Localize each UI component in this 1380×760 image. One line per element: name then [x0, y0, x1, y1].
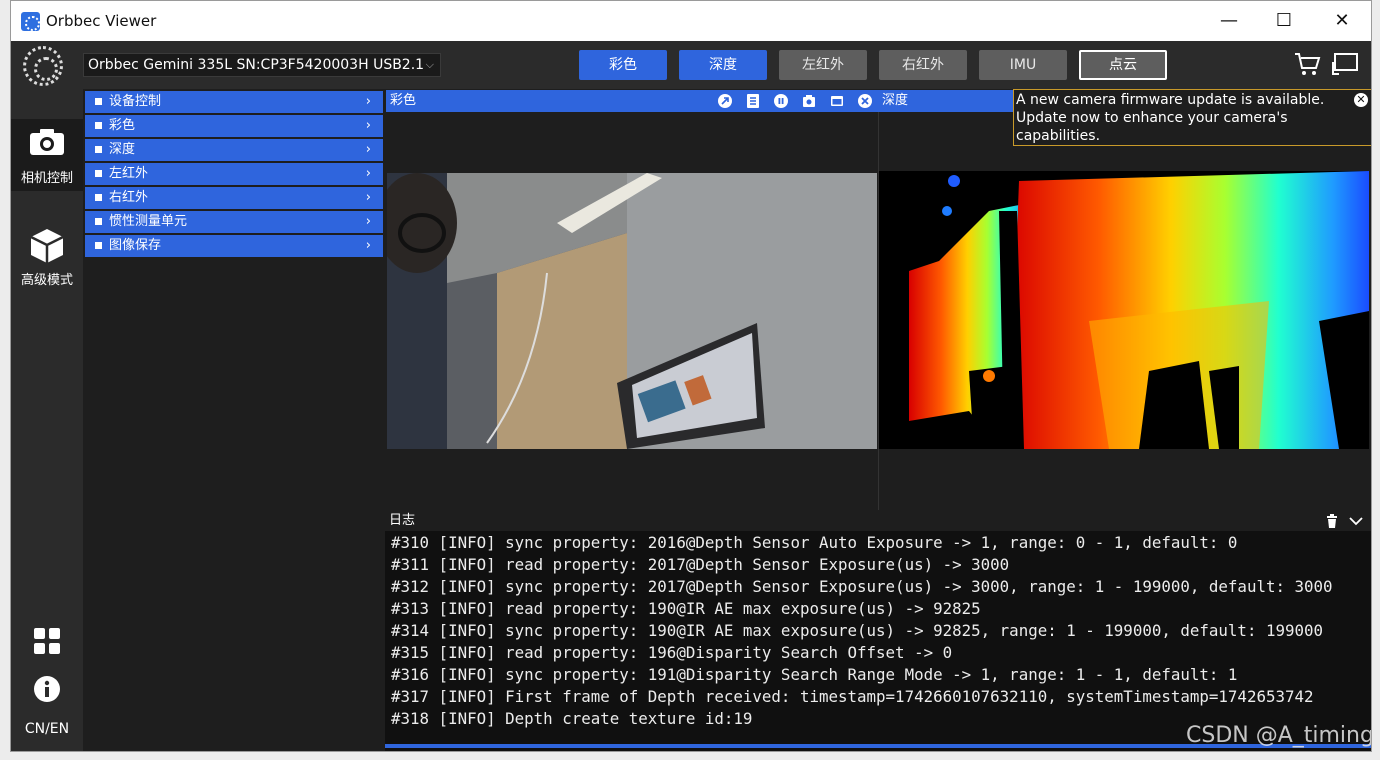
- apps-grid-icon[interactable]: [33, 627, 61, 655]
- app-window: Orbbec Viewer — ☐ ✕ Orbbec Gemini 335L S…: [10, 0, 1372, 752]
- depth-panel-title: 深度: [882, 93, 909, 108]
- log-line: #312 [INFO] sync property: 2017@Depth Se…: [391, 577, 1333, 596]
- menu-item-label: 深度: [109, 142, 136, 157]
- tab-point-cloud[interactable]: 点云: [1079, 50, 1167, 80]
- title-bar: Orbbec Viewer — ☐ ✕: [11, 1, 1371, 41]
- snapshot-camera-icon[interactable]: [802, 94, 816, 108]
- collapse-chevron-icon[interactable]: [1349, 515, 1363, 527]
- color-panel-title: 彩色: [390, 93, 417, 108]
- log-line: #316 [INFO] sync property: 191@Disparity…: [391, 665, 1238, 684]
- chevron-right-icon: ›: [365, 238, 371, 253]
- control-menu: 设备控制 › 彩色 › 深度 › 左红外 › 右红外 › 惯性测量单元 › 图像保存 ›: [83, 89, 385, 751]
- orbbec-logo-icon: [23, 46, 63, 86]
- bullet-icon: [95, 242, 102, 249]
- chevron-down-icon: ⌵: [425, 58, 434, 71]
- watermark: CSDN @A_timing: [1186, 723, 1372, 748]
- menu-item-label: 图像保存: [109, 238, 162, 253]
- language-toggle[interactable]: CN/EN: [11, 721, 83, 737]
- bullet-icon: [95, 98, 102, 105]
- maximize-button[interactable]: ☐: [1255, 5, 1313, 37]
- device-select[interactable]: Orbbec Gemini 335L SN:CP3F5420003H USB2.…: [83, 53, 441, 77]
- menu-item-color[interactable]: 彩色 ›: [85, 115, 383, 137]
- rail-camera-control[interactable]: 相机控制: [11, 119, 83, 191]
- bullet-icon: [95, 122, 102, 129]
- depth-video-feed: [879, 171, 1369, 449]
- log-line: #317 [INFO] First frame of Depth receive…: [391, 687, 1314, 706]
- chevron-right-icon: ›: [365, 142, 371, 157]
- app-logo-icon: [21, 12, 40, 31]
- toolbar: Orbbec Gemini 335L SN:CP3F5420003H USB2.…: [11, 41, 1371, 89]
- log-output: #310 [INFO] sync property: 2016@Depth Se…: [385, 531, 1371, 751]
- log-line: #314 [INFO] sync property: 190@IR AE max…: [391, 621, 1324, 640]
- menu-item-left-ir[interactable]: 左红外 ›: [85, 163, 383, 185]
- menu-item-label: 右红外: [109, 190, 149, 205]
- bullet-icon: [95, 146, 102, 153]
- rail-advanced-label: 高级模式: [20, 273, 73, 288]
- pause-icon[interactable]: [774, 94, 788, 108]
- toast-close-icon[interactable]: ✕: [1354, 93, 1368, 107]
- device-select-label: Orbbec Gemini 335L SN:CP3F5420003H USB2.…: [88, 57, 425, 73]
- tab-left-ir[interactable]: 左红外: [779, 50, 867, 80]
- log-line: #313 [INFO] read property: 190@IR AE max…: [391, 599, 981, 618]
- tab-color[interactable]: 彩色: [579, 50, 667, 80]
- expand-icon[interactable]: [718, 94, 732, 108]
- menu-item-label: 彩色: [109, 118, 136, 133]
- rail-camera-label: 相机控制: [20, 171, 73, 186]
- info-panel-icon[interactable]: [746, 94, 760, 108]
- camera-icon: [30, 129, 64, 155]
- screen-share-icon[interactable]: [1331, 52, 1359, 78]
- bullet-icon: [95, 194, 102, 201]
- cart-icon[interactable]: [1293, 50, 1321, 78]
- chevron-right-icon: ›: [365, 118, 371, 133]
- minimize-button[interactable]: —: [1200, 5, 1258, 37]
- tab-depth[interactable]: 深度: [679, 50, 767, 80]
- color-video-feed: [387, 173, 877, 449]
- log-line: #310 [INFO] sync property: 2016@Depth Se…: [391, 533, 1238, 552]
- bullet-icon: [95, 170, 102, 177]
- tab-right-ir[interactable]: 右红外: [879, 50, 967, 80]
- log-line: #318 [INFO] Depth create texture id:19: [391, 709, 753, 728]
- close-window-button[interactable]: ✕: [1313, 5, 1371, 37]
- info-icon[interactable]: [33, 675, 61, 703]
- color-panel-header: 彩色: [386, 90, 878, 112]
- menu-item-imu[interactable]: 惯性测量单元 ›: [85, 211, 383, 233]
- cube-icon: [30, 229, 64, 263]
- menu-item-right-ir[interactable]: 右红外 ›: [85, 187, 383, 209]
- left-rail: 相机控制 高级模式 CN/EN: [11, 89, 83, 751]
- log-title: 日志: [389, 513, 416, 528]
- menu-item-label: 左红外: [109, 166, 149, 181]
- firmware-update-toast[interactable]: A new camera firmware update is availabl…: [1013, 89, 1371, 146]
- menu-item-depth[interactable]: 深度 ›: [85, 139, 383, 161]
- window-icon[interactable]: [830, 94, 844, 108]
- window-title: Orbbec Viewer: [46, 12, 157, 30]
- toast-message: A new camera firmware update is availabl…: [1016, 92, 1325, 144]
- trash-icon[interactable]: [1325, 514, 1339, 528]
- tab-imu[interactable]: IMU: [979, 50, 1067, 80]
- menu-item-device-control[interactable]: 设备控制 ›: [85, 91, 383, 113]
- menu-item-label: 惯性测量单元: [109, 214, 188, 229]
- chevron-right-icon: ›: [365, 94, 371, 109]
- log-header: 日志: [385, 511, 1371, 531]
- chevron-right-icon: ›: [365, 166, 371, 181]
- close-stream-icon[interactable]: [858, 94, 872, 108]
- log-line: #315 [INFO] read property: 196@Disparity…: [391, 643, 953, 662]
- rail-advanced-mode[interactable]: 高级模式: [11, 221, 83, 293]
- chevron-right-icon: ›: [365, 214, 371, 229]
- chevron-right-icon: ›: [365, 190, 371, 205]
- bullet-icon: [95, 218, 102, 225]
- menu-item-label: 设备控制: [109, 94, 162, 109]
- menu-item-image-save[interactable]: 图像保存 ›: [85, 235, 383, 257]
- log-line: #311 [INFO] read property: 2017@Depth Se…: [391, 555, 1010, 574]
